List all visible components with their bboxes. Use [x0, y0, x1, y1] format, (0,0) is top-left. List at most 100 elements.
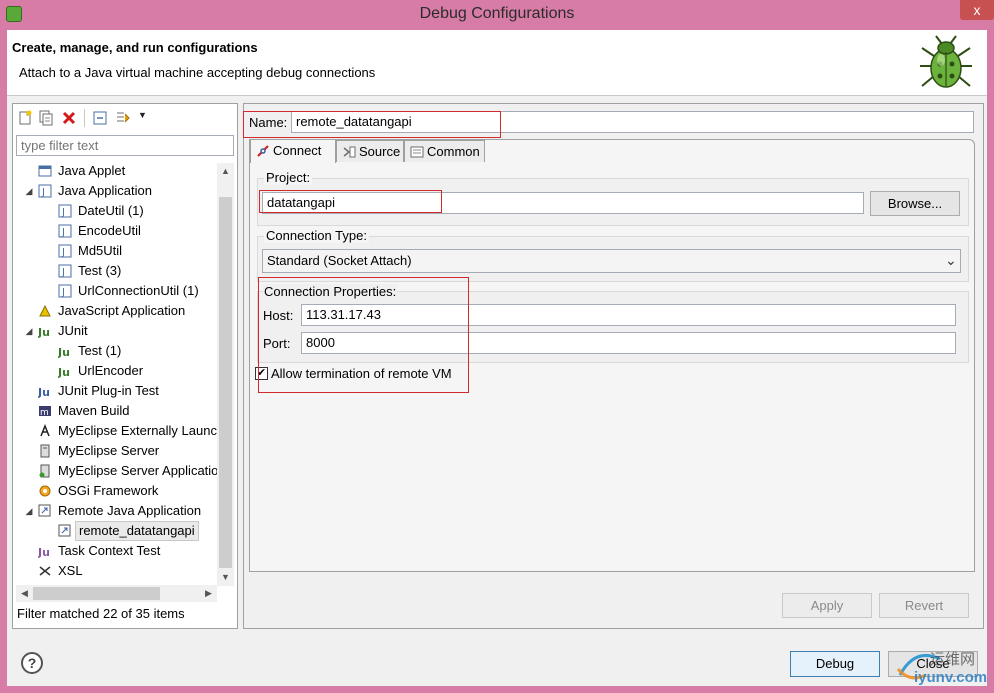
tree-item[interactable]: Ju Test (1): [16, 341, 217, 361]
tab-common-label: Common: [427, 144, 480, 159]
tree-item-label: DateUtil (1): [78, 203, 144, 218]
scroll-right-arrow-icon[interactable]: ▶: [200, 585, 217, 602]
svg-text:Ju: Ju: [58, 366, 70, 378]
project-highlight-box: [259, 190, 442, 213]
javascript-icon: [39, 304, 51, 317]
tree-item-label: Java Application: [58, 183, 152, 198]
external-launch-icon: [40, 424, 50, 437]
tree-item[interactable]: Java Applet: [16, 161, 217, 181]
applet-icon: [38, 165, 52, 177]
java-class-icon: J: [58, 264, 72, 278]
tree-item[interactable]: J UrlConnectionUtil (1): [16, 281, 217, 301]
tree-item-label: Java Applet: [58, 163, 126, 178]
tree-item[interactable]: ◢ Ju JUnit: [16, 321, 217, 341]
server-icon: [40, 444, 50, 458]
tree-item-label: JavaScript Application: [58, 303, 186, 318]
junit-icon: Ju: [38, 326, 50, 338]
duplicate-icon[interactable]: [38, 110, 54, 126]
svg-text:J: J: [61, 287, 65, 298]
header-subtitle: Attach to a Java virtual machine accepti…: [19, 65, 376, 80]
tree-item[interactable]: J DateUtil (1): [16, 201, 217, 221]
tree-item-label: EncodeUtil: [78, 223, 141, 238]
tree-item[interactable]: Ju Task Context Test: [16, 541, 217, 561]
tree-item-label: MyEclipse Server: [58, 443, 160, 458]
filter-dropdown-arrow-icon[interactable]: ▼: [138, 110, 147, 120]
tree-item[interactable]: ◢ Remote Java Application: [16, 501, 217, 521]
tree-item-label: XSL: [58, 563, 83, 578]
help-icon[interactable]: ?: [21, 652, 43, 674]
tree-item[interactable]: J EncodeUtil: [16, 221, 217, 241]
tree-item-label: Test (1): [78, 343, 122, 358]
tree-item[interactable]: J Md5Util: [16, 241, 217, 261]
tree-item-label: OSGi Framework: [58, 483, 159, 498]
tree-item-label: Test (3): [78, 263, 122, 278]
svg-text:J: J: [61, 227, 65, 238]
maven-icon: m: [39, 406, 51, 418]
vertical-scroll-thumb[interactable]: [219, 197, 232, 568]
svg-text:J: J: [61, 207, 65, 218]
tree-item[interactable]: J Test (3): [16, 261, 217, 281]
tab-common[interactable]: Common: [404, 140, 485, 162]
tree-item-label: JUnit Plug-in Test: [58, 383, 159, 398]
java-class-icon: J: [58, 244, 72, 258]
tab-source[interactable]: Source: [336, 140, 404, 162]
tree-item[interactable]: MyEclipse Externally Launch: [16, 421, 217, 441]
tree-expand-icon[interactable]: ◢: [24, 501, 34, 521]
tab-connect[interactable]: Connect: [250, 139, 336, 163]
new-configuration-icon[interactable]: [17, 110, 33, 126]
apply-button[interactable]: Apply: [782, 593, 872, 618]
java-class-icon: J: [58, 224, 72, 238]
watermark-text-bottom: iyunv.com: [914, 669, 988, 686]
tree-item[interactable]: Ju UrlEncoder: [16, 361, 217, 381]
select-chevron-icon[interactable]: ⌄: [945, 252, 957, 269]
tree-item[interactable]: MyEclipse Server Applicatio: [16, 461, 217, 481]
svg-text:Ju: Ju: [38, 386, 50, 398]
tree-item-label: Maven Build: [58, 403, 130, 418]
tree-item[interactable]: JavaScript Application: [16, 301, 217, 321]
delete-icon[interactable]: [61, 110, 77, 126]
tree-item[interactable]: ◢ J Java Application: [16, 181, 217, 201]
filter-icon[interactable]: [115, 110, 131, 126]
remote-java-icon: [38, 504, 51, 517]
java-app-icon: J: [38, 184, 52, 198]
tree-item[interactable]: m Maven Build: [16, 401, 217, 421]
debug-button[interactable]: Debug: [790, 651, 880, 677]
connection-type-label: Connection Type:: [264, 228, 369, 243]
osgi-icon: [39, 485, 51, 497]
browse-button[interactable]: Browse...: [870, 191, 960, 216]
project-label: Project:: [264, 170, 313, 185]
horizontal-scroll-thumb[interactable]: [33, 587, 160, 600]
junit-icon: Ju: [58, 366, 70, 378]
toolbar-separator: [84, 109, 85, 127]
revert-button[interactable]: Revert: [879, 593, 969, 618]
task-context-icon: Ju: [38, 546, 50, 558]
tree-item[interactable]: Ju JUnit Plug-in Test: [16, 381, 217, 401]
remote-config-icon: [58, 524, 71, 537]
scroll-down-arrow-icon[interactable]: ▼: [217, 569, 234, 586]
junit-plugin-icon: Ju: [38, 386, 50, 398]
svg-text:Ju: Ju: [38, 326, 50, 338]
collapse-all-icon[interactable]: [92, 110, 108, 126]
debug-bug-icon: [920, 35, 972, 88]
java-class-icon: J: [58, 204, 72, 218]
tree-item[interactable]: MyEclipse Server: [16, 441, 217, 461]
scroll-left-arrow-icon[interactable]: ◀: [16, 585, 33, 602]
window-close-button[interactable]: x: [960, 0, 994, 20]
tree-expand-icon[interactable]: ◢: [24, 321, 34, 341]
junit-icon: Ju: [58, 346, 70, 358]
common-icon: [410, 146, 424, 158]
svg-text:Ju: Ju: [38, 546, 50, 558]
tree-expand-icon[interactable]: ◢: [24, 181, 34, 201]
tree-item[interactable]: XSL: [16, 561, 217, 581]
connection-properties-highlight-box: [258, 277, 469, 393]
java-class-icon: J: [58, 284, 72, 298]
filter-input[interactable]: [16, 135, 234, 156]
connection-type-select[interactable]: Standard (Socket Attach): [262, 249, 961, 273]
scroll-up-arrow-icon[interactable]: ▲: [217, 163, 234, 180]
source-icon: [343, 146, 356, 158]
tree-item[interactable]: remote_datatangapi: [16, 521, 217, 541]
tree-item[interactable]: OSGi Framework: [16, 481, 217, 501]
tree-item-label: UrlEncoder: [78, 363, 144, 378]
svg-text:J: J: [61, 267, 65, 278]
tree-item-label: MyEclipse Externally Launch: [58, 423, 217, 438]
